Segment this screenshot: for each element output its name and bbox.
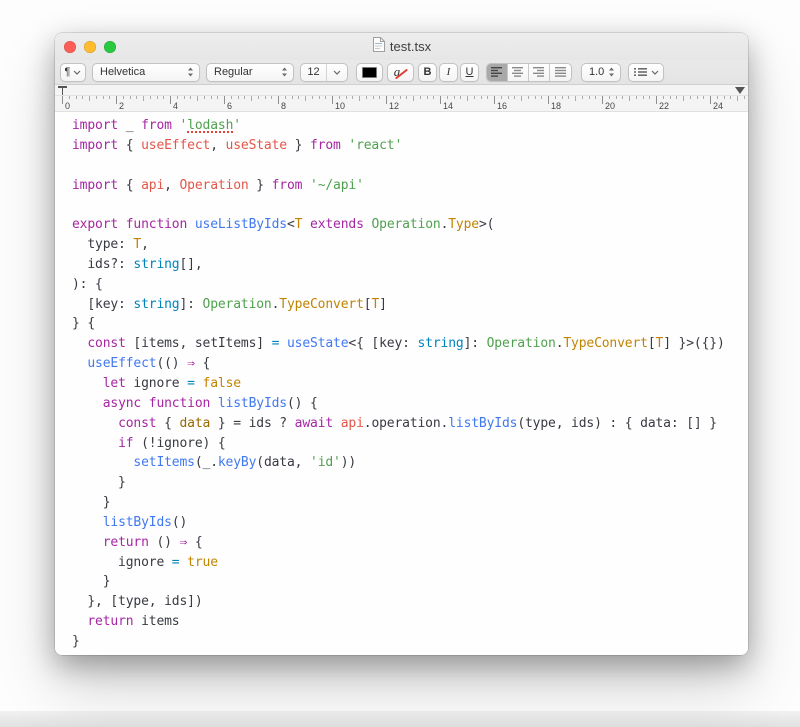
traffic-lights — [64, 33, 116, 60]
line-spacing-stepper[interactable]: 1.0 — [581, 63, 621, 82]
align-justify-icon — [555, 67, 567, 77]
desktop: test.tsx ¶ Helvetica Regular — [0, 0, 800, 727]
code-line: setItems(_.keyBy(data, 'id')) — [72, 453, 748, 473]
code-line: let ignore = false — [72, 374, 748, 394]
code-line: import _ from 'lodash' — [72, 116, 748, 136]
format-toolbar: ¶ Helvetica Regular 12 — [55, 60, 748, 85]
close-button[interactable] — [64, 41, 76, 53]
ruler-number: 2 — [119, 101, 124, 111]
titlebar[interactable]: test.tsx — [55, 33, 748, 60]
font-size-select[interactable]: 12 — [300, 63, 348, 82]
window-title: test.tsx — [390, 39, 431, 54]
code-line: import { api, Operation } from '~/api' — [72, 176, 748, 196]
code-line: return () ⇒ { — [72, 533, 748, 553]
underline-button[interactable]: U — [460, 63, 479, 82]
code-area: import _ from 'lodash'import { useEffect… — [55, 112, 748, 652]
code-line: ids?: string[], — [72, 255, 748, 275]
ruler-number: 8 — [281, 101, 286, 111]
list-style-button[interactable] — [628, 63, 664, 82]
code-line: const [items, setItems] = useState<{ [ke… — [72, 334, 748, 354]
bottom-band — [0, 711, 800, 727]
document-icon — [372, 37, 385, 57]
code-line: [key: string]: Operation.TypeConvert[T] — [72, 295, 748, 315]
chevron-down-icon — [73, 70, 81, 75]
font-size-value: 12 — [301, 66, 326, 78]
ruler-number: 18 — [551, 101, 561, 111]
list-icon — [634, 67, 647, 77]
font-family-select[interactable]: Helvetica — [92, 63, 200, 82]
font-family-value: Helvetica — [100, 66, 145, 78]
align-center-icon — [512, 67, 524, 77]
code-line: export function useListByIds<T extends O… — [72, 215, 748, 235]
code-line: } — [72, 473, 748, 493]
code-line: } { — [72, 314, 748, 334]
ruler: 024681012141618202224 — [55, 85, 748, 112]
code-line: useEffect(() ⇒ { — [72, 354, 748, 374]
code-line: const { data } = ids ? await api.operati… — [72, 414, 748, 434]
stepper-icon — [607, 66, 616, 78]
minimize-button[interactable] — [84, 41, 96, 53]
align-justify-button[interactable] — [550, 64, 571, 81]
code-line — [72, 195, 748, 215]
window-title-group: test.tsx — [372, 37, 431, 57]
right-margin-marker[interactable] — [735, 87, 745, 94]
alignment-segmented-control — [486, 63, 572, 82]
code-line: listByIds() — [72, 513, 748, 533]
code-line: } — [72, 572, 748, 592]
code-line: if (!ignore) { — [72, 434, 748, 454]
ruler-number: 22 — [659, 101, 669, 111]
code-line — [72, 156, 748, 176]
code-line: } — [72, 632, 748, 652]
ruler-number: 16 — [497, 101, 507, 111]
textedit-window: test.tsx ¶ Helvetica Regular — [55, 33, 748, 655]
indent-marker[interactable] — [58, 86, 67, 95]
ruler-number: 14 — [443, 101, 453, 111]
ruler-ticks: 024681012141618202224 — [55, 96, 748, 111]
ruler-number: 4 — [173, 101, 178, 111]
align-left-icon — [491, 67, 503, 77]
background-color-well[interactable]: a — [387, 63, 414, 82]
font-style-select[interactable]: Regular — [206, 63, 294, 82]
fullscreen-button[interactable] — [104, 41, 116, 53]
chevron-down-icon — [327, 70, 347, 75]
bold-button[interactable]: B — [418, 63, 437, 82]
code-line: import { useEffect, useState } from 'rea… — [72, 136, 748, 156]
code-line: async function listByIds() { — [72, 394, 748, 414]
ruler-number: 12 — [389, 101, 399, 111]
ruler-number: 6 — [227, 101, 232, 111]
align-right-button[interactable] — [529, 64, 550, 81]
chevron-down-icon — [651, 70, 659, 75]
code-line: } — [72, 493, 748, 513]
italic-button[interactable]: I — [439, 63, 458, 82]
code-line: return items — [72, 612, 748, 632]
editor-area[interactable]: import _ from 'lodash'import { useEffect… — [55, 112, 748, 655]
ruler-number: 24 — [713, 101, 723, 111]
ruler-number: 10 — [335, 101, 345, 111]
code-line: }, [type, ids]) — [72, 592, 748, 612]
align-right-icon — [533, 67, 545, 77]
stepper-icon — [280, 66, 289, 78]
ruler-number: 20 — [605, 101, 615, 111]
paragraph-styles-button[interactable]: ¶ — [60, 63, 86, 82]
align-left-button[interactable] — [487, 64, 508, 81]
text-color-well[interactable] — [356, 63, 383, 82]
black-color-swatch — [362, 67, 377, 78]
line-spacing-value: 1.0 — [589, 66, 604, 78]
ruler-number: 0 — [65, 101, 70, 111]
font-style-value: Regular — [214, 66, 253, 78]
bold-label: B — [424, 66, 432, 78]
underline-label: U — [466, 66, 474, 78]
align-center-button[interactable] — [508, 64, 529, 81]
paragraph-mark: ¶ — [65, 66, 71, 78]
italic-label: I — [447, 66, 451, 78]
code-line: ignore = true — [72, 553, 748, 573]
stepper-icon — [186, 66, 195, 78]
code-line: ): { — [72, 275, 748, 295]
ruler-marker-row — [55, 85, 748, 96]
code-line: type: T, — [72, 235, 748, 255]
